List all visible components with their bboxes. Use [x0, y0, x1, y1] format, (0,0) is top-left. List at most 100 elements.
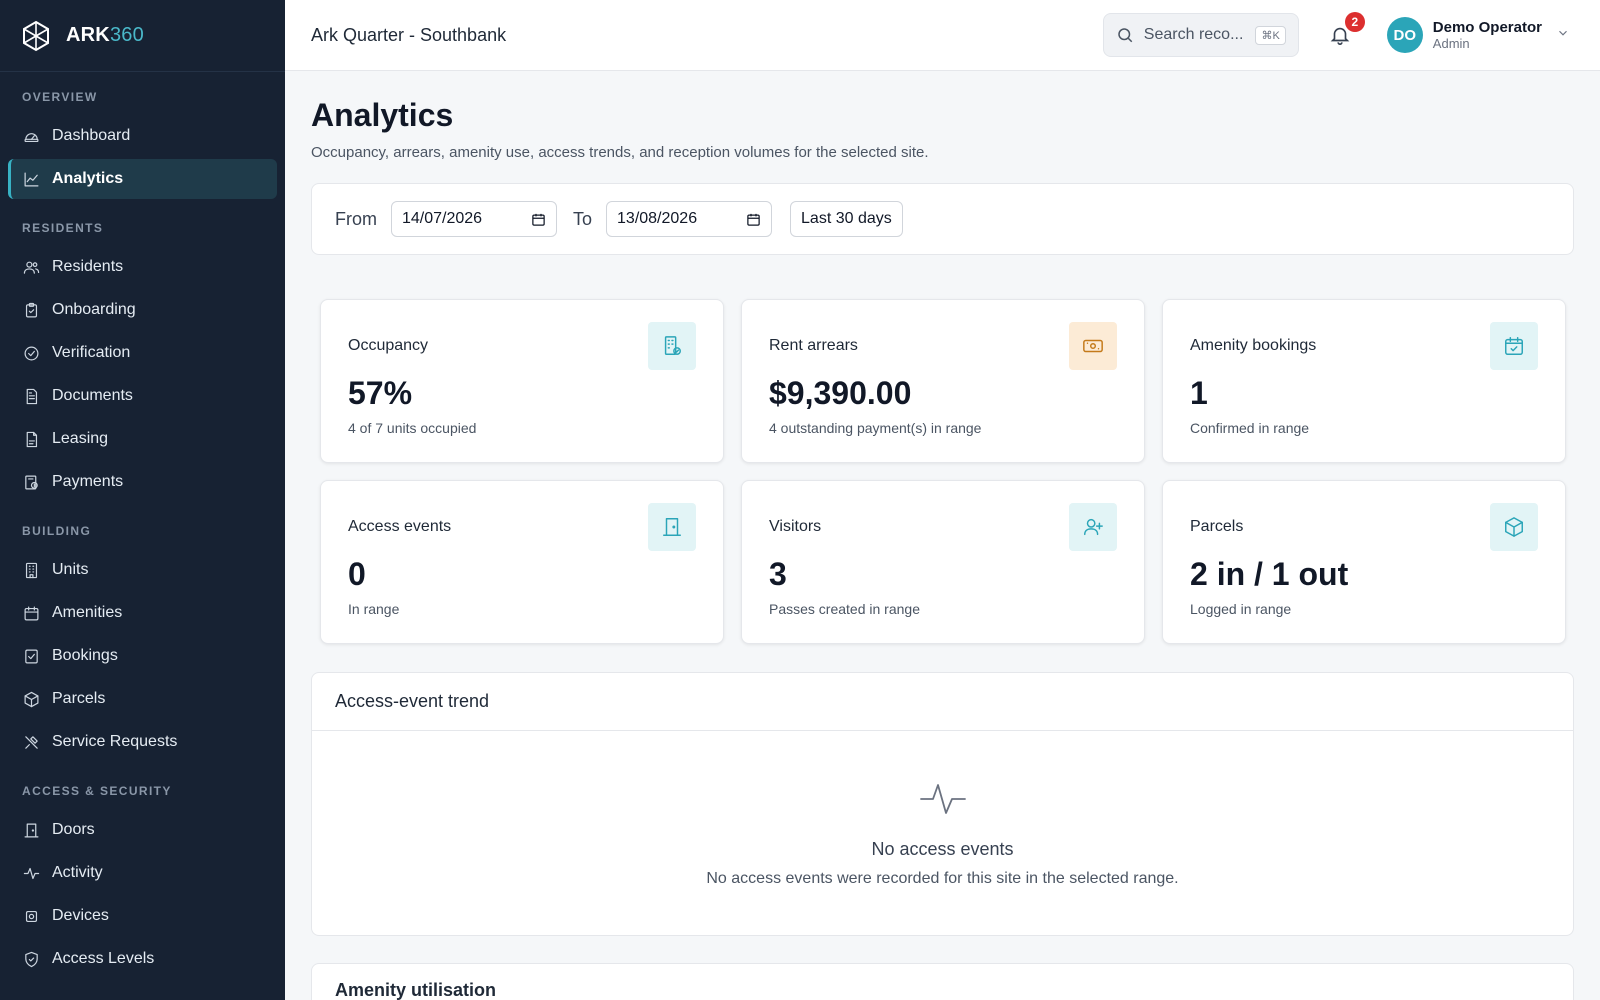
sidebar-item-analytics[interactable]: Analytics — [8, 159, 277, 199]
occupancy-card: Occupancy 57% 4 of 7 units occupied — [320, 299, 724, 463]
user-name: Demo Operator — [1432, 19, 1542, 36]
sidebar-item-label: Doors — [52, 821, 95, 838]
chip-icon — [22, 907, 40, 925]
panel-title: Amenity utilisation — [335, 980, 497, 1000]
to-date-input[interactable]: 13/08/2026 — [606, 201, 773, 237]
empty-state: No access events No access events were r… — [312, 731, 1573, 888]
package-icon — [1490, 503, 1538, 551]
calendar-icon — [22, 604, 40, 622]
brand[interactable]: ARK360 — [0, 0, 285, 72]
sidebar-item-label: Leasing — [52, 430, 109, 447]
users-icon — [22, 258, 40, 276]
panel-title: Access-event trend — [312, 673, 1573, 731]
nav-section-residents: RESIDENTS Residents Onboarding Verificat… — [0, 209, 285, 502]
sidebar-item-label: Amenities — [52, 604, 123, 621]
card-note: Passes created in range — [769, 601, 920, 617]
sidebar-item-devices[interactable]: Devices — [8, 896, 277, 936]
card-value: 1 — [1190, 375, 1208, 411]
page-subtitle: Occupancy, arrears, amenity use, access … — [311, 144, 929, 161]
gauge-icon — [22, 127, 40, 145]
check-circle-icon — [22, 344, 40, 362]
chevron-down-icon — [1559, 30, 1567, 36]
sidebar-item-residents[interactable]: Residents — [8, 247, 277, 287]
sidebar-item-label: Activity — [52, 864, 103, 881]
card-note: Logged in range — [1190, 601, 1292, 617]
card-value: 3 — [769, 556, 787, 592]
user-menu[interactable]: Demo Operator Admin — [1433, 19, 1542, 51]
cash-icon — [1069, 322, 1117, 370]
sidebar-item-dashboard[interactable]: Dashboard — [8, 116, 277, 156]
nav-heading: OVERVIEW — [22, 90, 98, 104]
kpi-cards: Occupancy 57% 4 of 7 units occupied Rent… — [320, 299, 1574, 644]
brand-name: ARK360 — [66, 24, 144, 46]
sidebar-item-label: Documents — [52, 387, 133, 404]
tools-icon — [22, 733, 40, 751]
calendar-icon[interactable] — [746, 212, 761, 227]
search-input[interactable]: Search reco... ⌘K — [1102, 13, 1299, 57]
from-label: From — [335, 208, 377, 229]
parcels-card: Parcels 2 in / 1 out Logged in range — [1162, 480, 1566, 644]
sidebar-item-access-levels[interactable]: Access Levels — [8, 939, 277, 979]
sidebar-item-label: Analytics — [52, 170, 124, 187]
from-date-value: 14/07/2026 — [402, 210, 483, 227]
card-value: 57% — [348, 375, 413, 411]
card-value: 2 in / 1 out — [1190, 556, 1349, 592]
calendar-icon[interactable] — [531, 212, 546, 227]
card-note: Confirmed in range — [1190, 420, 1310, 436]
last-30-days-button[interactable]: Last 30 days — [790, 201, 903, 237]
sidebar-item-label: Payments — [52, 473, 124, 490]
sidebar-item-payments[interactable]: Payments — [8, 462, 277, 502]
sidebar-item-label: Access Levels — [52, 950, 155, 967]
calendar-check-icon — [1490, 322, 1538, 370]
to-label: To — [573, 208, 593, 229]
nav-section-building: BUILDING Units Amenities Bookings Parcel… — [0, 512, 285, 762]
shield-icon — [22, 950, 40, 968]
sidebar-item-label: Dashboard — [52, 127, 131, 144]
nav-section-overview: OVERVIEW Dashboard Analytics — [0, 78, 285, 199]
sidebar-item-documents[interactable]: Documents — [8, 376, 277, 416]
user-plus-icon — [1069, 503, 1117, 551]
sidebar-item-amenities[interactable]: Amenities — [8, 593, 277, 633]
sidebar-item-verification[interactable]: Verification — [8, 333, 277, 373]
from-date-input[interactable]: 14/07/2026 — [391, 201, 557, 237]
nav-section-access-security: ACCESS & SECURITY Doors Activity Devices… — [0, 772, 285, 979]
sidebar-item-doors[interactable]: Doors — [8, 810, 277, 850]
user-menu-toggle[interactable] — [1556, 26, 1600, 45]
receipt-icon — [22, 473, 40, 491]
site-selector[interactable]: Ark Quarter - Southbank — [311, 25, 1103, 46]
to-date-value: 13/08/2026 — [617, 210, 698, 227]
sidebar-item-units[interactable]: Units — [8, 550, 277, 590]
nav-heading: RESIDENTS — [22, 221, 104, 235]
top-bar: Ark Quarter - Southbank Search reco... ⌘… — [285, 0, 1600, 71]
sidebar-item-parcels[interactable]: Parcels — [8, 679, 277, 719]
sidebar-item-leasing[interactable]: Leasing — [8, 419, 277, 459]
sidebar-item-service-requests[interactable]: Service Requests — [8, 722, 277, 762]
logo-icon — [23, 20, 49, 51]
card-note: In range — [348, 601, 400, 617]
sidebar-item-onboarding[interactable]: Onboarding — [8, 290, 277, 330]
sidebar-item-label: Verification — [52, 344, 131, 361]
sidebar: ARK360 OVERVIEW Dashboard Analytics RESI… — [0, 0, 285, 1000]
sidebar-item-label: Units — [52, 561, 89, 578]
notification-count-badge: 2 — [1344, 12, 1365, 32]
notifications-button[interactable]: 2 — [1327, 12, 1365, 48]
amenity-bookings-card: Amenity bookings 1 Confirmed in range — [1162, 299, 1566, 463]
sidebar-item-label: Parcels — [52, 690, 106, 707]
avatar[interactable]: DO — [1386, 17, 1423, 53]
search-placeholder: Search reco... — [1143, 26, 1244, 43]
page-title: Analytics — [311, 97, 454, 133]
amenity-utilisation-panel: Amenity utilisation — [311, 963, 1574, 1000]
card-value: 0 — [348, 556, 366, 592]
sidebar-item-label: Service Requests — [52, 733, 178, 750]
sidebar-item-bookings[interactable]: Bookings — [8, 636, 277, 676]
access-event-trend-panel: Access-event trend No access events No a… — [311, 672, 1574, 936]
visitors-card: Visitors 3 Passes created in range — [741, 480, 1145, 644]
pulse-icon — [919, 784, 966, 814]
sidebar-item-activity[interactable]: Activity — [8, 853, 277, 893]
card-value: $9,390.00 — [769, 375, 912, 411]
user-role: Admin — [1432, 36, 1470, 51]
access-events-card: Access events 0 In range — [320, 480, 724, 644]
door-icon — [648, 503, 696, 551]
sidebar-item-label: Onboarding — [52, 301, 136, 318]
calendar-check-icon — [22, 647, 40, 665]
